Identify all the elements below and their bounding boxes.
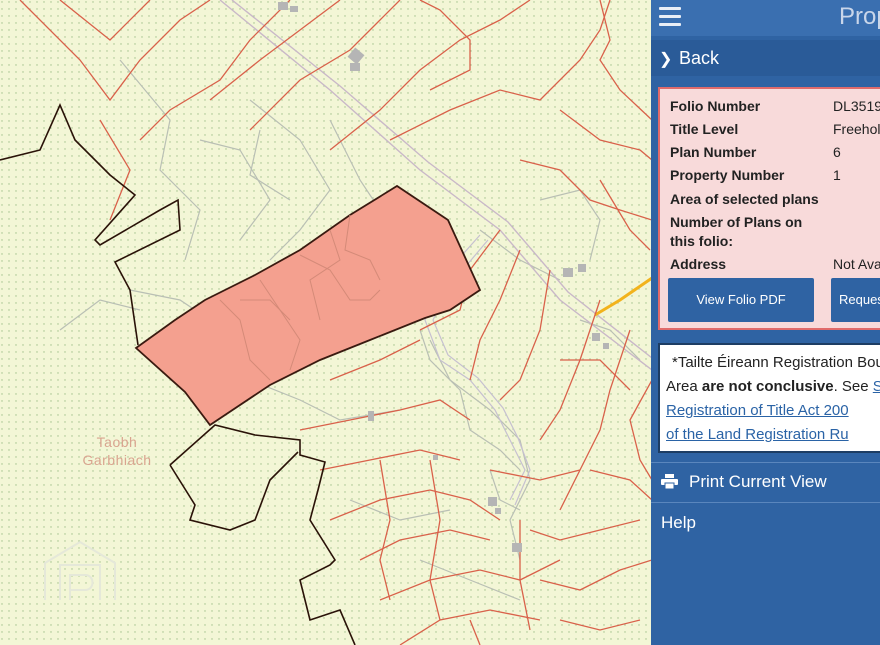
chevron-right-icon: ❯ (659, 51, 673, 68)
address-value: Not Ava (833, 256, 880, 272)
title-level-label: Title Level (670, 121, 739, 137)
notice-link-s[interactable]: S (873, 378, 880, 395)
property-number-label: Property Number (670, 167, 785, 183)
printer-icon (661, 474, 678, 489)
notice-line-3: Registration of Title Act 200 (666, 399, 880, 423)
request-button[interactable]: Reques (831, 278, 880, 322)
disclaimer-notice: *Tailte Éireann Registration Bou Area ar… (658, 343, 880, 453)
notice-line-4: of the Land Registration Ru (666, 423, 880, 447)
back-button[interactable]: ❯ Back (651, 40, 880, 76)
notice-line-1: *Tailte Éireann Registration Bou (672, 354, 880, 371)
panel-title: Prop (839, 3, 880, 30)
land-registration-rules-link[interactable]: of the Land Registration Ru (666, 426, 849, 443)
property-number-value: 1 (833, 167, 841, 183)
area-label: Area of selected plans (670, 191, 819, 207)
notice-line-2-bold: are not conclusive (701, 378, 834, 395)
back-label: Back (679, 48, 720, 68)
view-folio-pdf-button[interactable]: View Folio PDF (668, 278, 814, 322)
folio-info-box: Folio Number DL3519 Title Level Freehol … (658, 87, 880, 330)
hamburger-menu-icon[interactable] (659, 7, 681, 27)
notice-line-2-text-after: . See (833, 378, 873, 395)
print-current-view-label: Print Current View (689, 472, 827, 491)
plans-count-label-line-1: Number of Plans on (670, 214, 803, 230)
divider (651, 462, 880, 463)
folio-number-label: Folio Number (670, 98, 761, 114)
place-name-line-2: Garbhiach (82, 452, 152, 468)
divider (651, 502, 880, 503)
map-canvas[interactable] (0, 0, 652, 645)
property-side-panel: Prop ❯ Back Folio Number DL3519 Title Le… (651, 0, 880, 645)
notice-line-2-text-before: Area (666, 378, 702, 395)
place-name-label: Taobh Garbhiach (72, 433, 162, 469)
map-view[interactable]: Taobh Garbhiach (0, 0, 652, 645)
plans-count-label-line-2: this folio: (670, 233, 733, 249)
help-link[interactable]: Help (661, 513, 696, 533)
plan-number-label: Plan Number (670, 144, 757, 160)
notice-line-2: Area are not conclusive. See S (666, 375, 880, 399)
place-name-line-1: Taobh (96, 434, 138, 450)
address-label: Address (670, 256, 727, 272)
panel-top-bar: Prop (651, 0, 880, 36)
registration-of-title-act-link[interactable]: Registration of Title Act 200 (666, 402, 849, 419)
folio-number-value: DL3519 (833, 98, 880, 114)
title-level-value: Freehol (833, 121, 880, 137)
plan-number-value: 6 (833, 144, 841, 160)
